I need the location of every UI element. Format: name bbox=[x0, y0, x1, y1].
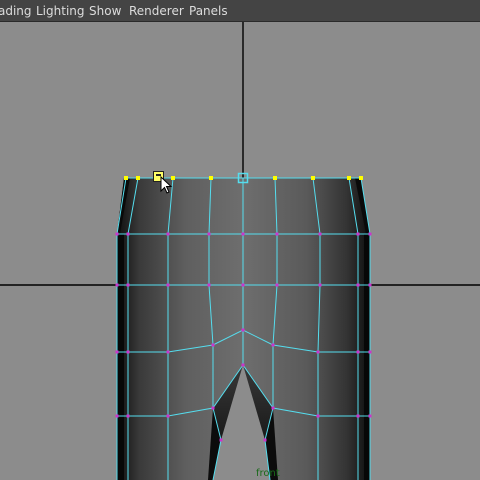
menu-shading[interactable]: ading bbox=[0, 4, 32, 18]
modeling-viewport[interactable] bbox=[0, 22, 480, 480]
viewport-canvas[interactable] bbox=[0, 22, 480, 480]
menu-renderer[interactable]: Renderer bbox=[129, 4, 184, 18]
menu-show[interactable]: Show bbox=[89, 4, 121, 18]
left-silhouette bbox=[117, 234, 124, 480]
right-silhouette bbox=[364, 234, 370, 480]
menu-lighting[interactable]: Lighting bbox=[36, 4, 85, 18]
camera-label: front bbox=[256, 468, 280, 479]
viewport-menu-bar: ading Lighting Show Renderer Panels bbox=[0, 0, 480, 22]
menu-panels[interactable]: Panels bbox=[189, 4, 228, 18]
